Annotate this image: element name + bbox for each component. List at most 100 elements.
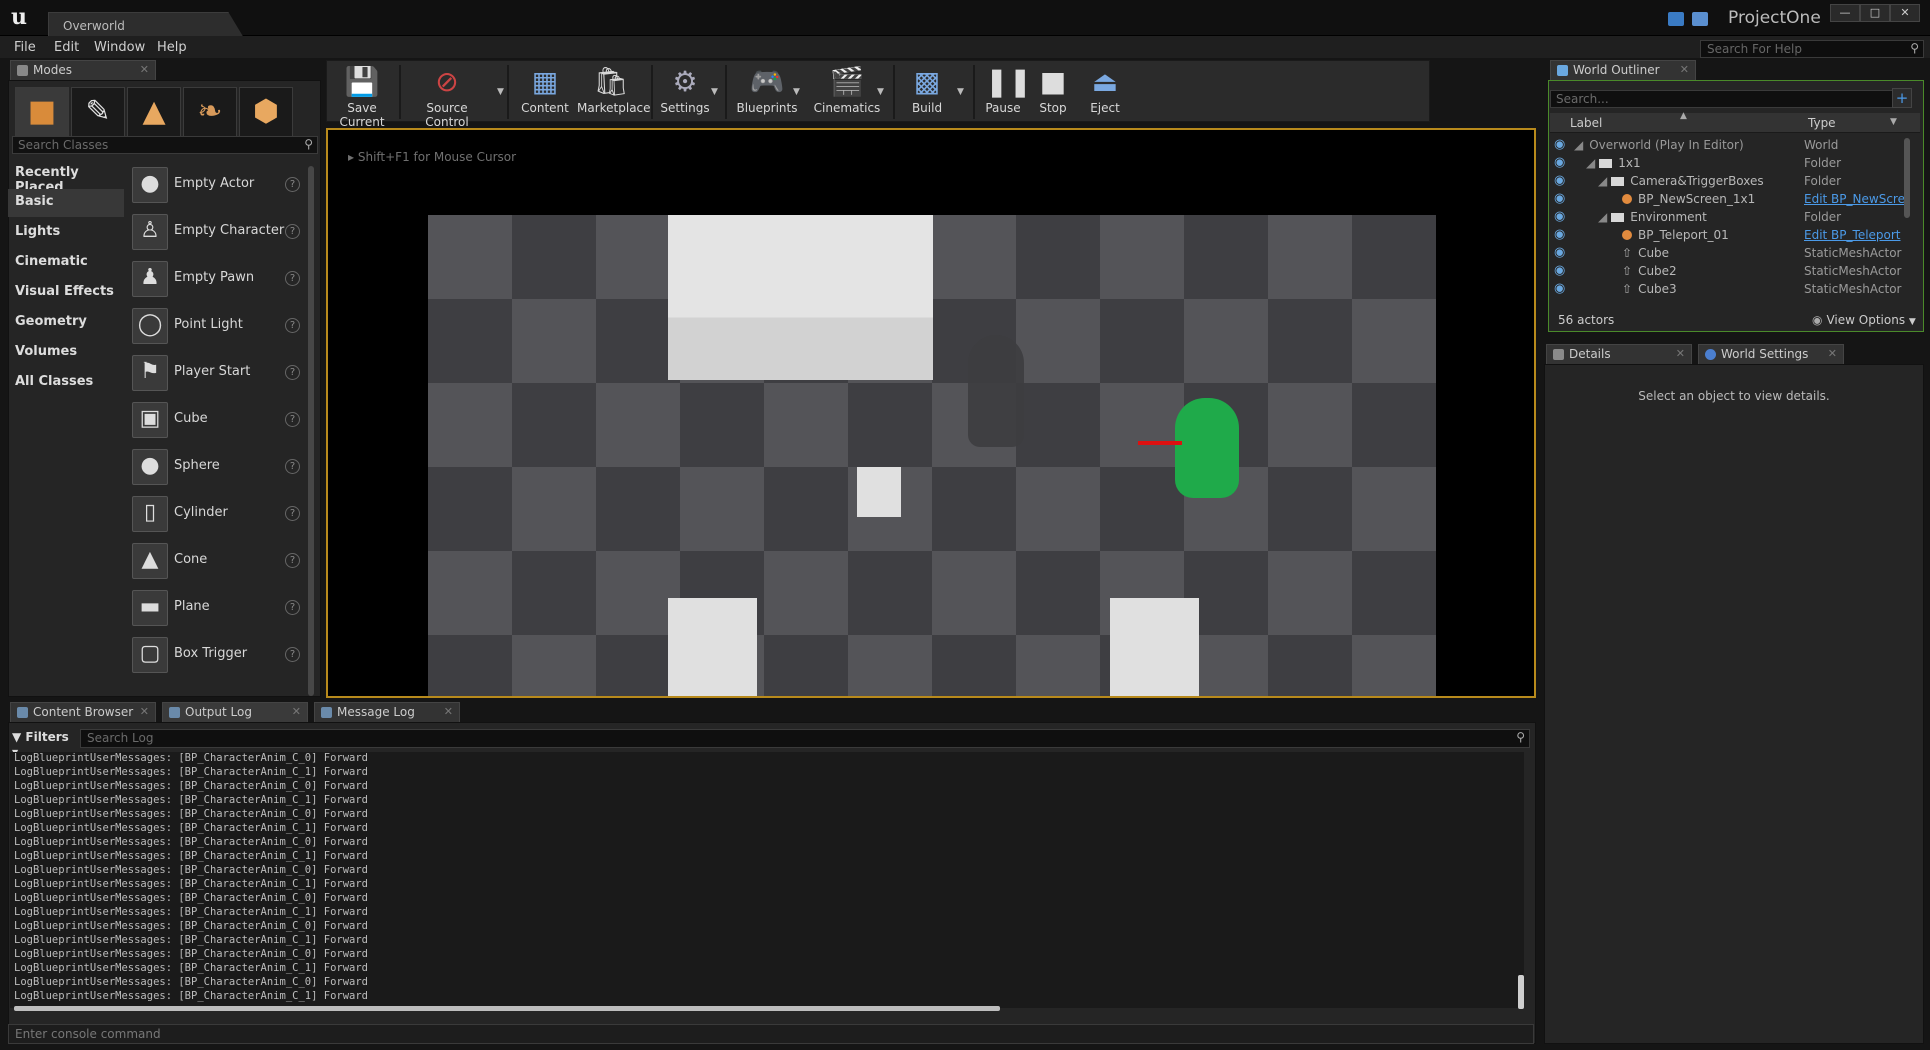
actor-item-cylinder[interactable]: ▯ Cylinder ? (128, 492, 300, 536)
menu-file[interactable]: File (14, 40, 36, 55)
actor-item-cone[interactable]: ▲ Cone ? (128, 539, 300, 583)
minimize-button[interactable]: — (1830, 4, 1860, 22)
help-icon[interactable]: ? (285, 365, 300, 380)
actor-item-sphere[interactable]: ● Sphere ? (128, 445, 300, 489)
marketplace-button[interactable]: 🛍 Marketplace (577, 61, 651, 121)
help-icon[interactable]: ? (285, 647, 300, 662)
category-basic[interactable]: Basic (8, 189, 124, 217)
visibility-eye-icon[interactable]: ◉ (1554, 245, 1565, 260)
menu-help[interactable]: Help (157, 40, 187, 55)
menu-edit[interactable]: Edit (54, 40, 79, 55)
tab-output-log[interactable]: Output Log ✕ (162, 702, 308, 722)
feedback-icon[interactable] (1692, 12, 1708, 26)
visibility-eye-icon[interactable]: ◉ (1554, 191, 1565, 206)
help-search-input[interactable]: Search For Help ⚲ (1700, 40, 1924, 58)
tab-world-outliner[interactable]: World Outliner ✕ (1550, 60, 1696, 80)
close-window-button[interactable]: ✕ (1890, 4, 1920, 22)
tab-details[interactable]: Details ✕ (1546, 344, 1692, 364)
view-options-button[interactable]: ◉ View Options ▼ (1812, 313, 1916, 327)
notification-icon[interactable] (1668, 12, 1684, 26)
help-icon[interactable]: ? (285, 506, 300, 521)
tree-row-folder[interactable]: ◉ ◢ Environment Folder (1550, 208, 1908, 226)
save-current-button[interactable]: 💾 Save Current (329, 61, 395, 129)
source-control-button[interactable]: ⊘ Source Control (405, 61, 489, 129)
visibility-eye-icon[interactable]: ◉ (1554, 173, 1565, 188)
close-icon[interactable]: ✕ (1676, 347, 1685, 360)
edit-blueprint-link[interactable]: Edit BP_NewScre (1804, 192, 1904, 206)
chevron-down-icon[interactable]: ▼ (793, 87, 800, 97)
tree-row-actor[interactable]: ◉ BP_Teleport_01 Edit BP_Teleport (1550, 226, 1908, 244)
help-icon[interactable]: ? (285, 177, 300, 192)
cinematics-button[interactable]: 🎬 Cinematics (811, 61, 883, 121)
visibility-eye-icon[interactable]: ◉ (1554, 227, 1565, 242)
help-icon[interactable]: ? (285, 459, 300, 474)
paint-mode-icon[interactable]: ✎ (71, 87, 125, 137)
category-geometry[interactable]: Geometry (8, 309, 124, 337)
tree-row-actor[interactable]: ◉ ⇧ Cube2 StaticMeshActor (1550, 262, 1908, 280)
tree-row-world[interactable]: ◉ ◢ Overworld (Play In Editor) World (1550, 136, 1908, 154)
tab-world-settings[interactable]: World Settings ✕ (1698, 344, 1844, 364)
actor-item-cube[interactable]: ▣ Cube ? (128, 398, 300, 442)
document-tab[interactable]: Overworld (48, 12, 244, 38)
outliner-scrollbar[interactable] (1904, 138, 1910, 218)
log-horizontal-scrollbar[interactable] (14, 1006, 1000, 1011)
tree-row-folder[interactable]: ◉ ◢ 1x1 Folder (1550, 154, 1908, 172)
actor-item-player-start[interactable]: ⚑ Player Start ? (128, 351, 300, 395)
build-button[interactable]: ▩ Build (899, 61, 955, 121)
search-log-input[interactable]: Search Log ⚲ (80, 729, 1530, 748)
visibility-eye-icon[interactable]: ◉ (1554, 281, 1565, 296)
modes-scrollbar[interactable] (308, 166, 314, 696)
tree-row-actor[interactable]: ◉ ⇧ Cube3 StaticMeshActor (1550, 280, 1908, 298)
help-icon[interactable]: ? (285, 412, 300, 427)
chevron-down-icon[interactable]: ▼ (957, 87, 964, 97)
actor-item-empty-pawn[interactable]: ♟ Empty Pawn ? (128, 257, 300, 301)
eject-button[interactable]: ⏏ Eject (1081, 61, 1129, 121)
category-visual-effects[interactable]: Visual Effects (8, 279, 124, 307)
level-viewport[interactable]: ▸ Shift+F1 for Mouse Cursor (326, 128, 1536, 698)
category-all-classes[interactable]: All Classes (8, 369, 124, 397)
edit-blueprint-link[interactable]: Edit BP_Teleport (1804, 228, 1904, 242)
tree-row-actor[interactable]: ◉ BP_NewScreen_1x1 Edit BP_NewScre (1550, 190, 1908, 208)
expand-arrow-icon[interactable]: ◢ (1598, 210, 1607, 224)
foliage-mode-icon[interactable]: ❧ (183, 87, 237, 137)
column-type[interactable]: Type (1808, 116, 1836, 130)
landscape-mode-icon[interactable]: ▲ (127, 87, 181, 137)
actor-item-empty-character[interactable]: ♙ Empty Character ? (128, 210, 300, 254)
help-icon[interactable]: ? (285, 224, 300, 239)
console-command-input[interactable]: Enter console command (8, 1024, 1534, 1044)
log-vertical-scrollbar[interactable] (1518, 975, 1524, 1009)
maximize-button[interactable]: □ (1860, 4, 1890, 22)
close-icon[interactable]: ✕ (1828, 347, 1837, 360)
help-icon[interactable]: ? (285, 553, 300, 568)
add-folder-button[interactable]: + (1892, 88, 1912, 108)
menu-window[interactable]: Window (94, 40, 145, 55)
outliner-search-input[interactable]: Search... ⚲ (1550, 90, 1906, 108)
close-icon[interactable]: ✕ (1680, 63, 1689, 76)
tree-row-folder[interactable]: ◉ ◢ Camera&TriggerBoxes Folder (1550, 172, 1908, 190)
category-volumes[interactable]: Volumes (8, 339, 124, 367)
sort-up-icon[interactable]: ▲ (1680, 111, 1687, 121)
close-icon[interactable]: ✕ (444, 705, 453, 718)
actor-item-empty-actor[interactable]: ● Empty Actor ? (128, 163, 300, 207)
visibility-eye-icon[interactable]: ◉ (1554, 209, 1565, 224)
tab-content-browser[interactable]: Content Browser ✕ (10, 702, 156, 722)
tab-modes[interactable]: Modes ✕ (10, 60, 156, 80)
help-icon[interactable]: ? (285, 600, 300, 615)
expand-arrow-icon[interactable]: ◢ (1574, 138, 1583, 152)
actor-item-plane[interactable]: ▬ Plane ? (128, 586, 300, 630)
stop-button[interactable]: ■ Stop (1031, 61, 1075, 121)
chevron-down-icon[interactable]: ▼ (877, 87, 884, 97)
actor-item-point-light[interactable]: ◯ Point Light ? (128, 304, 300, 348)
close-icon[interactable]: ✕ (292, 705, 301, 718)
chevron-down-icon[interactable]: ▼ (1890, 117, 1897, 127)
tab-message-log[interactable]: Message Log ✕ (314, 702, 460, 722)
visibility-eye-icon[interactable]: ◉ (1554, 137, 1565, 152)
place-mode-icon[interactable]: ■ (15, 87, 69, 137)
help-icon[interactable]: ? (285, 318, 300, 333)
visibility-eye-icon[interactable]: ◉ (1554, 155, 1565, 170)
chevron-down-icon[interactable]: ▼ (711, 87, 718, 97)
category-cinematic[interactable]: Cinematic (8, 249, 124, 277)
expand-arrow-icon[interactable]: ◢ (1598, 174, 1607, 188)
category-lights[interactable]: Lights (8, 219, 124, 247)
geometry-mode-icon[interactable]: ⬢ (239, 87, 293, 137)
